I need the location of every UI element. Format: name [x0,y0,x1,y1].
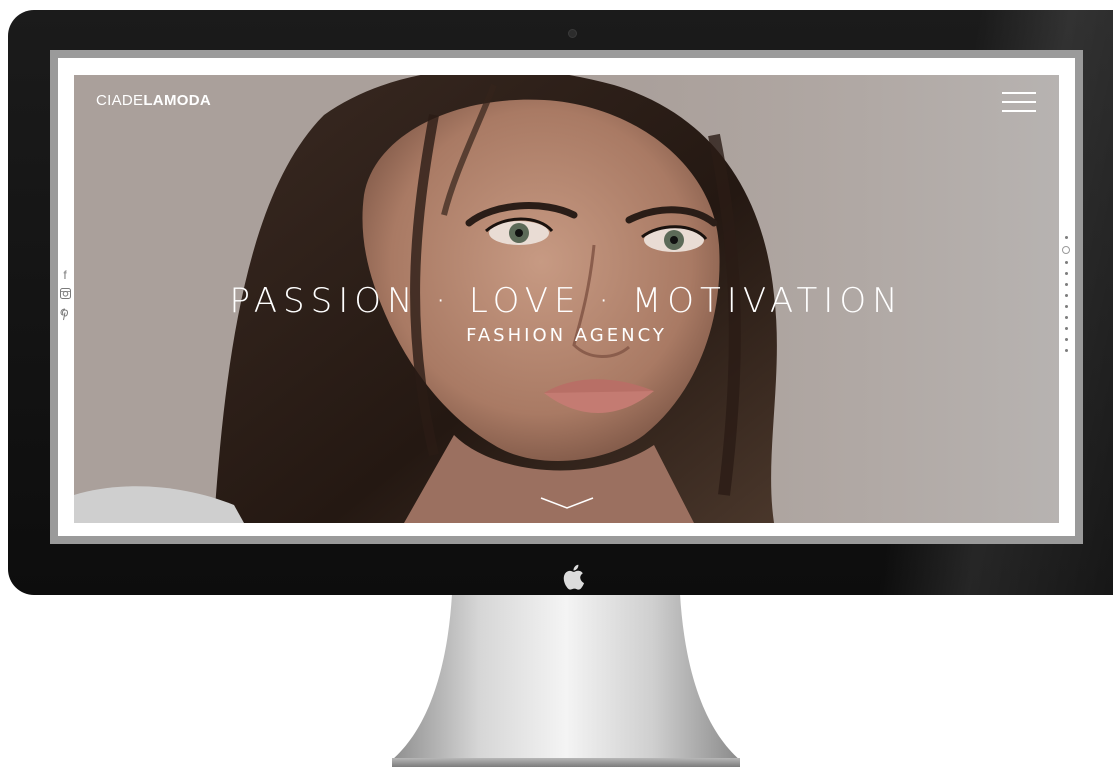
pagination-dot[interactable] [1064,236,1068,239]
hero-headline: PASSION · LOVE · MOTIVATION [229,281,904,321]
site-logo[interactable]: CIADELAMODA [96,92,211,109]
pagination-dot[interactable] [1064,338,1068,341]
pagination-dot[interactable] [1064,294,1068,297]
menu-line [1002,101,1036,103]
camera-icon [568,29,577,38]
pagination-dot[interactable] [1064,349,1068,352]
slide-pagination [1062,232,1070,356]
pagination-dot[interactable] [1064,261,1068,264]
pinterest-icon[interactable] [60,308,70,324]
pagination-dot[interactable] [1064,283,1068,286]
apple-logo-icon [558,562,588,592]
hero-subheadline: FASHION AGENCY [466,325,667,346]
menu-line [1002,110,1036,112]
menu-line [1002,92,1036,94]
hamburger-menu-button[interactable] [1002,92,1036,112]
pagination-dot[interactable] [1064,272,1068,275]
hero-section: CIADELAMODA PASSION · LOVE · MOTIVATION … [74,75,1059,523]
scroll-down-chevron-icon[interactable] [539,495,595,511]
pagination-dot[interactable] [1064,305,1068,308]
pagination-dot-active[interactable] [1062,246,1070,254]
logo-light-text: CIADE [96,92,144,109]
facebook-icon[interactable]: f [63,268,66,282]
social-links: f [58,268,72,324]
logo-bold-text: LAMODA [143,92,211,109]
pagination-dot[interactable] [1064,316,1068,319]
monitor-screen: CIADELAMODA PASSION · LOVE · MOTIVATION … [50,50,1083,544]
pagination-dot[interactable] [1064,327,1068,330]
instagram-icon[interactable] [59,288,71,302]
